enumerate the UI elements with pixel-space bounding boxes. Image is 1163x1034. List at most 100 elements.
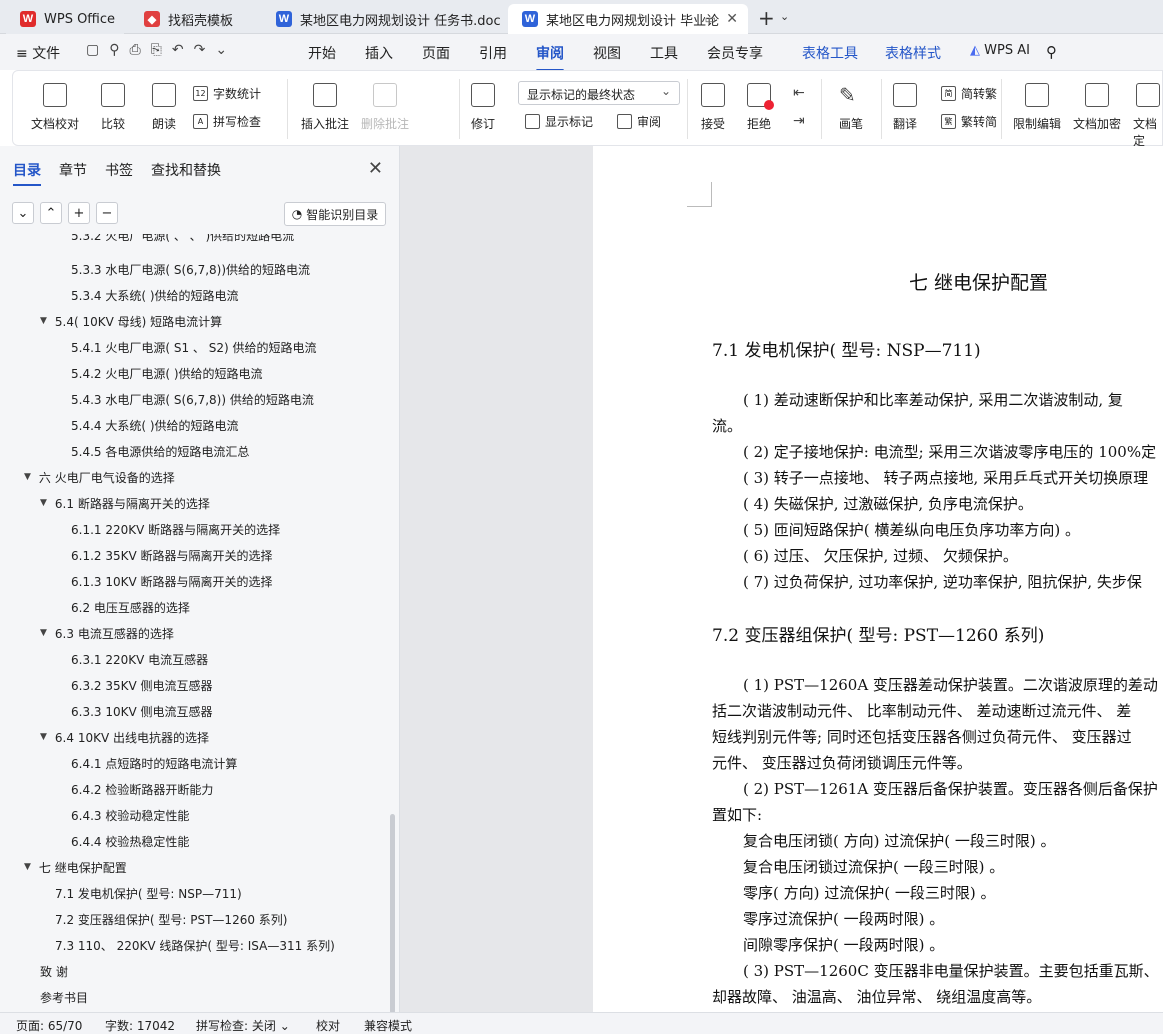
expand-triangle-icon[interactable]: ▼ xyxy=(40,628,47,638)
expand-triangle-icon[interactable]: ▼ xyxy=(24,472,31,482)
menu-table-tools[interactable]: 表格工具 xyxy=(802,43,858,63)
menu-view[interactable]: 视图 xyxy=(593,43,621,63)
toc-item[interactable]: ▼ 6.4 10KV 出线电抗器的选择 xyxy=(40,724,209,750)
toc-item[interactable]: 6.1.1 220KV 断路器与隔离开关的选择 xyxy=(71,516,280,542)
smart-toc-button[interactable]: ◔ 智能识别目录 xyxy=(284,202,386,226)
remove-heading-button[interactable]: − xyxy=(96,202,118,224)
tab-chapter[interactable]: 章节 xyxy=(59,160,87,186)
collapse-down-button[interactable]: ⌄ xyxy=(12,202,34,224)
review-pane-button[interactable]: 审阅 xyxy=(617,113,661,130)
encrypt-doc-icon xyxy=(1085,83,1109,107)
simp-to-trad-button[interactable]: 简简转繁 xyxy=(941,85,997,102)
toc-item[interactable]: 6.3.2 35KV 侧电流互感器 xyxy=(71,672,213,698)
tab-toc[interactable]: 目录 xyxy=(13,160,41,186)
toc-item[interactable]: 6.1.2 35KV 断路器与隔离开关的选择 xyxy=(71,542,273,568)
word-count-indicator[interactable]: 字数: 17042 xyxy=(105,1017,175,1034)
tab-find-replace[interactable]: 查找和替换 xyxy=(151,160,221,186)
restrict-edit-button[interactable]: 限制编辑 xyxy=(1013,83,1061,132)
separator xyxy=(687,79,688,139)
proof-indicator[interactable]: 校对 xyxy=(316,1017,340,1034)
tab-template[interactable]: ◆ 找稻壳模板 xyxy=(130,4,258,34)
toc-item[interactable]: ▼ 6.1 断路器与隔离开关的选择 xyxy=(40,490,210,516)
toc-item[interactable]: 5.4.1 火电厂电源( S1 、 S2) 供给的短路电流 xyxy=(71,334,316,360)
tab-bookmark[interactable]: 书签 xyxy=(105,160,133,186)
toc-item[interactable]: 7.1 发电机保护( 型号: NSP—711) xyxy=(55,880,242,906)
menu-tools[interactable]: 工具 xyxy=(650,43,678,63)
encrypt-doc-button[interactable]: 文档加密 xyxy=(1073,83,1121,132)
file-menu[interactable]: ≡ 文件 xyxy=(16,43,60,63)
toc-item[interactable]: 5.3.4 大系统( )供给的短路电流 xyxy=(71,282,239,308)
toc-item[interactable]: 6.4.1 点短路时的短路电流计算 xyxy=(71,750,237,776)
next-change-icon[interactable]: ⇥ xyxy=(793,113,805,129)
toc-item[interactable]: 5.3.3 水电厂电源( S(6,7,8))供给的短路电流 xyxy=(71,256,310,282)
toc-item[interactable]: ▼ 5.4( 10KV 母线) 短路电流计算 xyxy=(40,308,222,334)
toc-item[interactable]: ▼ 七 继电保护配置 xyxy=(24,854,127,880)
menu-insert[interactable]: 插入 xyxy=(365,43,393,63)
expand-triangle-icon[interactable]: ▼ xyxy=(24,862,31,872)
tab-wps-office[interactable]: W WPS Office xyxy=(6,4,124,34)
toc-item[interactable]: 6.4.3 校验动稳定性能 xyxy=(71,802,189,828)
toc-item[interactable]: 5.4.3 水电厂电源( S(6,7,8)) 供给的短路电流 xyxy=(71,386,314,412)
toc-item[interactable]: 5.3.2 火电厂电源( 、 、 )供给的短路电流 xyxy=(71,234,294,248)
menu-table-style[interactable]: 表格样式 xyxy=(885,43,941,63)
tab-doc-thesis[interactable]: W 某地区电力网规划设计 毕业论 ▭ ✕ xyxy=(508,4,748,34)
reject-button[interactable]: 拒绝 xyxy=(747,83,774,132)
doc-check-button[interactable]: 文档校对 xyxy=(31,83,79,132)
tab-doc-task[interactable]: W 某地区电力网规划设计 任务书.doc xyxy=(262,4,504,34)
toc-item[interactable]: 5.4.4 大系统( )供给的短路电流 xyxy=(71,412,239,438)
menu-reference[interactable]: 引用 xyxy=(479,43,507,63)
translate-button[interactable]: 翻译 xyxy=(893,83,917,132)
menu-member[interactable]: 会员专享 xyxy=(707,43,763,63)
page-indicator[interactable]: 页面: 65/70 xyxy=(16,1017,82,1034)
expand-triangle-icon[interactable]: ▼ xyxy=(40,732,47,742)
collapse-up-button[interactable]: ⌃ xyxy=(40,202,62,224)
toc-item[interactable]: ▼ 六 火电厂电气设备的选择 xyxy=(24,464,175,490)
toc-item[interactable]: 6.2 电压互感器的选择 xyxy=(71,594,190,620)
markup-state-select[interactable]: 显示标记的最终状态 ⌄ xyxy=(518,81,680,105)
toc-item[interactable]: 6.4.4 校验热稳定性能 xyxy=(71,828,189,854)
new-tab-icon[interactable]: + xyxy=(758,6,775,30)
spell-check-button[interactable]: A 拼写检查 xyxy=(193,113,261,130)
revise-button[interactable]: 修订 xyxy=(471,83,495,132)
menu-page[interactable]: 页面 xyxy=(422,43,450,63)
add-heading-button[interactable]: + xyxy=(68,202,90,224)
toc-item[interactable]: 7.3 110、 220KV 线路保护( 型号: ISA—311 系列) xyxy=(55,932,335,958)
toc-item[interactable]: 参考书目 xyxy=(40,984,88,1010)
close-tab-icon[interactable]: ✕ xyxy=(726,11,738,27)
word-count-button[interactable]: 12 字数统计 xyxy=(193,85,261,102)
accept-button[interactable]: 接受 xyxy=(701,83,725,132)
menu-review[interactable]: 审阅 xyxy=(536,43,564,72)
device-icon[interactable]: ▭ xyxy=(705,12,716,26)
chevron-down-icon[interactable]: ⌄ xyxy=(780,10,789,23)
spell-check-indicator[interactable]: 拼写检查: 关闭 ⌄ xyxy=(196,1017,290,1034)
toc-item[interactable]: 5.4.2 火电厂电源( )供给的短路电流 xyxy=(71,360,263,386)
insert-comment-button[interactable]: 插入批注 xyxy=(301,83,349,132)
expand-triangle-icon[interactable]: ▼ xyxy=(40,498,47,508)
toc-item[interactable]: 7.2 变压器组保护( 型号: PST—1260 系列) xyxy=(55,906,287,932)
delete-comment-button[interactable]: 删除批注 xyxy=(361,83,409,132)
compat-mode-indicator: 兼容模式 xyxy=(364,1019,413,1033)
wps-ai-button[interactable]: ◭ WPS AI xyxy=(970,43,1030,58)
quick-access-toolbar[interactable]: ▢⚲⎙⎘↶↷⌄ xyxy=(86,42,237,58)
trad-to-simp-button[interactable]: 繁繁转简 xyxy=(941,113,997,130)
doc-final-button[interactable]: 文档定 xyxy=(1133,83,1162,149)
toc-item[interactable]: 致 谢 xyxy=(40,958,68,984)
toc-item[interactable]: 6.1.3 10KV 断路器与隔离开关的选择 xyxy=(71,568,273,594)
close-icon[interactable]: ✕ xyxy=(368,158,383,179)
search-icon[interactable]: ⚲ xyxy=(1046,43,1057,61)
show-marks-button[interactable]: 显示标记 xyxy=(525,113,593,130)
previous-change-icon[interactable]: ⇤ xyxy=(793,85,805,101)
expand-triangle-icon[interactable]: ▼ xyxy=(40,316,47,326)
toc-item[interactable]: 6.3.1 220KV 电流互感器 xyxy=(71,646,208,672)
pen-button[interactable]: ✎ 画笔 xyxy=(839,83,863,132)
document-page[interactable]: 七 继电保护配置 7.1 发电机保护( 型号: NSP—711) ( 1) 差动… xyxy=(593,146,1163,1012)
menu-start[interactable]: 开始 xyxy=(308,43,336,63)
compare-button[interactable]: 比较 xyxy=(101,83,125,132)
toc-item[interactable]: 6.3.3 10KV 侧电流互感器 xyxy=(71,698,213,724)
read-aloud-button[interactable]: 朗读 xyxy=(152,83,176,132)
paragraph: 置如下: xyxy=(712,806,763,824)
toc-item[interactable]: 6.4.2 检验断路器开断能力 xyxy=(71,776,213,802)
toc-scrollbar[interactable] xyxy=(390,814,395,1014)
toc-item[interactable]: 5.4.5 各电源供给的短路电流汇总 xyxy=(71,438,249,464)
toc-item[interactable]: ▼ 6.3 电流互感器的选择 xyxy=(40,620,174,646)
